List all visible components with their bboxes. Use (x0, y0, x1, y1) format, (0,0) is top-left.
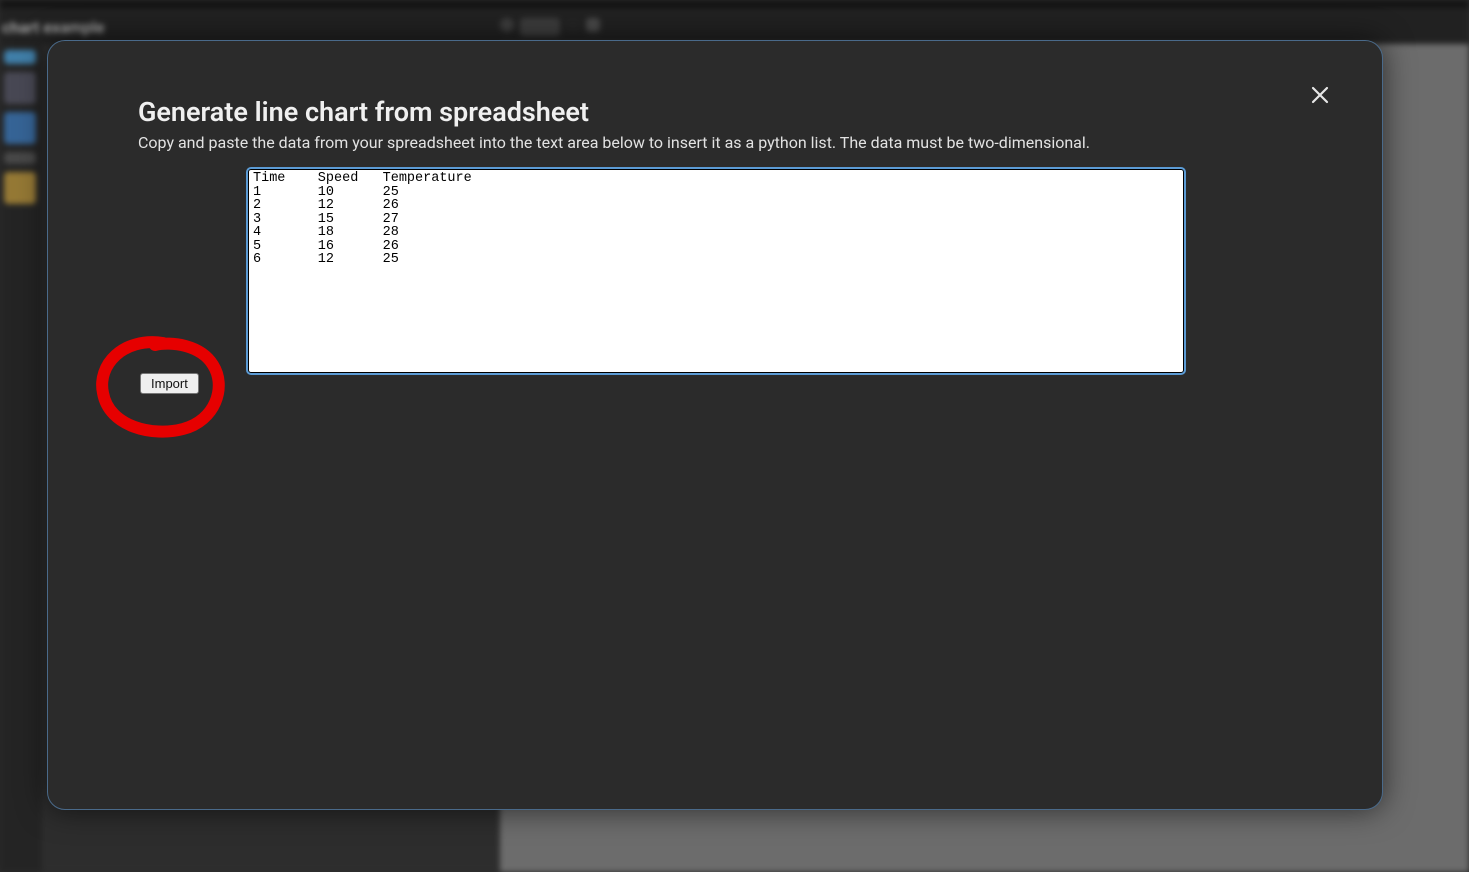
window-title: chart example (0, 18, 104, 37)
import-modal: Generate line chart from spreadsheet Cop… (47, 40, 1383, 810)
close-icon (1310, 85, 1330, 105)
spreadsheet-data-input[interactable] (248, 169, 1184, 373)
modal-description: Copy and paste the data from your spread… (138, 133, 1090, 152)
modal-title: Generate line chart from spreadsheet (138, 96, 589, 128)
import-button[interactable]: Import (140, 373, 199, 394)
close-button[interactable] (1306, 81, 1334, 109)
